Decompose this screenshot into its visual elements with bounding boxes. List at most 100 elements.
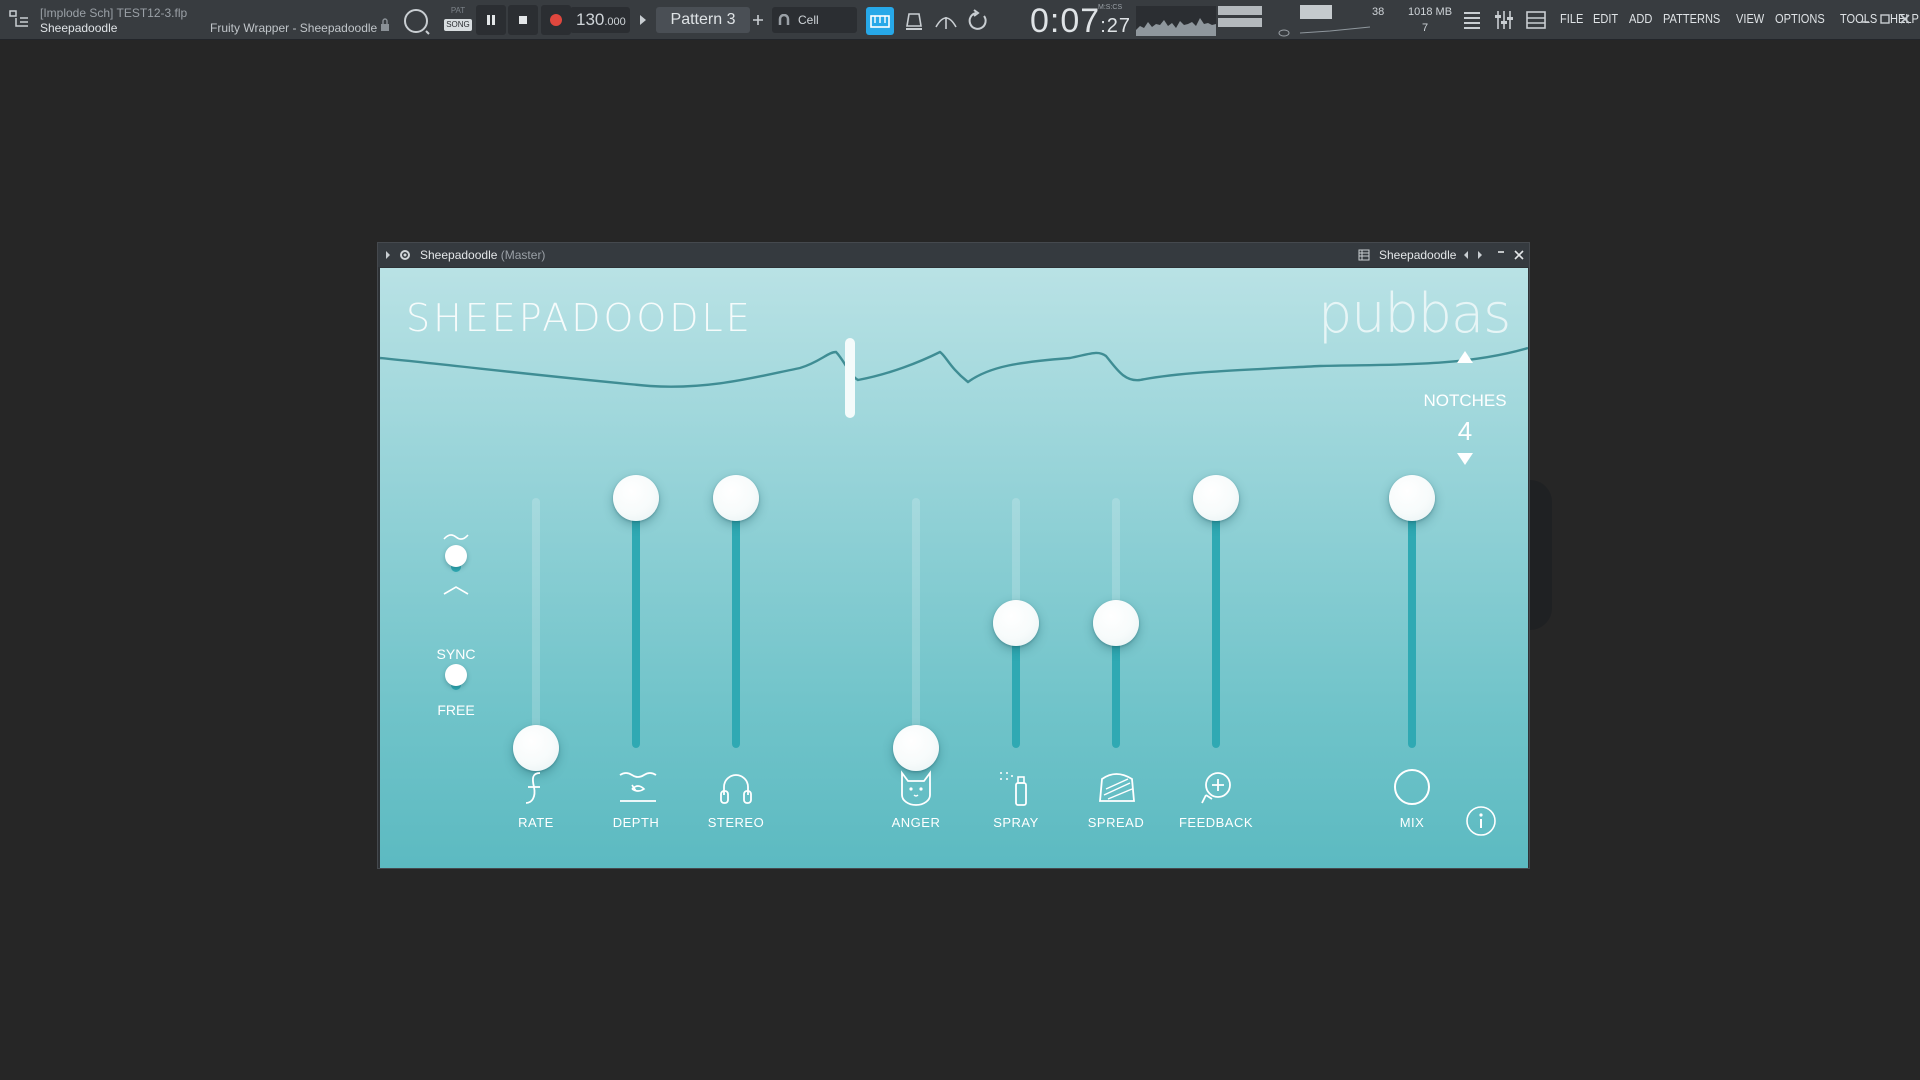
song-label: SONG [444,19,472,31]
metronome-dial-icon[interactable] [402,7,430,35]
menu-options[interactable]: OPTIONS [1775,11,1825,26]
depth-fader-knob[interactable] [613,475,659,521]
peak-meter [1218,6,1262,27]
sync-switch-knob[interactable] [445,664,467,686]
notches-down-icon[interactable] [1456,452,1474,466]
pause-button[interactable] [476,5,506,35]
rate-icon [525,772,541,804]
polyphony-value: 7 [1422,22,1429,34]
project-file-name: [Implode Sch] TEST12-3.flp [40,6,188,20]
record-icon [550,14,562,26]
background-shape [1530,480,1552,630]
shape-switch-knob[interactable] [445,545,467,567]
mix-fader-fill [1408,498,1416,748]
pat-song-toggle[interactable]: PAT SONG [442,6,474,34]
feedback-icon [1201,772,1231,804]
stop-icon [519,16,527,24]
lock-icon[interactable] [380,18,390,32]
plugin-panel: SHEEPADOODLE pubbas NOTCHES 4 SYNC FREE … [380,268,1528,868]
pause-icon [487,15,495,25]
tempo-fraction: .000 [604,16,626,28]
mixer-icon[interactable] [1492,8,1516,32]
spread-icon [1099,773,1135,802]
previous-preset-icon[interactable] [1462,250,1470,260]
step-edit-icon[interactable] [900,7,928,35]
minimize-plugin-icon[interactable] [1496,249,1506,259]
magnet-icon [778,14,790,25]
gear-icon[interactable] [398,248,412,262]
menu-add[interactable]: ADD [1629,11,1652,26]
notches-value[interactable]: 4 [1420,416,1510,447]
sync-label: SYNC [436,646,476,662]
cat-icon [901,770,931,806]
main-toolbar: [Implode Sch] TEST12-3.flp Sheepadoodle … [0,0,1920,40]
plugin-routing: (Master) [500,248,546,262]
playlist-icon[interactable] [1460,8,1484,32]
vendor-logo: pubbas [1318,282,1511,345]
spread-label: SPREAD [1087,815,1145,830]
plugin-brand-title: SHEEPADOODLE [406,296,753,340]
close-plugin-icon[interactable] [1514,250,1524,260]
cpu-value: 38 [1372,6,1385,18]
preset-name: Sheepadoodle [1379,248,1457,262]
stereo-fader-knob[interactable] [713,475,759,521]
triangle-wave-icon [443,586,469,595]
feedback-fader-fill [1212,498,1220,748]
time-sub: :27 [1100,15,1131,37]
blend-notes-icon[interactable] [932,7,960,35]
notch-marker [845,338,855,418]
typing-keyboard-button[interactable] [866,7,894,35]
next-preset-icon[interactable] [1476,250,1484,260]
menu-file[interactable]: FILE [1560,11,1583,26]
feedback-fader-knob[interactable] [1193,475,1239,521]
tempo-display[interactable]: 130.000 [570,7,630,33]
tempo-value: 130 [576,10,605,29]
rate-label: RATE [518,815,554,830]
time-unit: M:S:CS [1098,4,1123,11]
sine-wave-icon [443,534,469,540]
plugin-title-bar[interactable]: Sheepadoodle (Master) Sheepadoodle [378,243,1529,267]
feedback-label: FEEDBACK [1178,815,1254,830]
spread-fader-knob[interactable] [1093,600,1139,646]
stereo-label: STEREO [707,815,765,830]
spray-fader-knob[interactable] [993,600,1039,646]
frequency-response-curve[interactable] [380,338,1528,458]
oscilloscope-waveform[interactable] [1136,6,1216,36]
stereo-fader-fill [732,498,740,748]
loop-record-icon[interactable] [964,7,992,35]
menu-patterns[interactable]: PATTERNS [1663,11,1720,26]
record-button[interactable] [541,5,571,35]
memory-value: 1018 MB [1408,6,1453,18]
menu-icon[interactable] [6,6,34,34]
plugin-window: Sheepadoodle (Master) Sheepadoodle SHEEP… [377,242,1530,869]
menu-view[interactable]: VIEW [1736,11,1764,26]
pattern-selector[interactable]: Pattern 3 [656,7,750,33]
notches-label: NOTCHES [1423,391,1507,410]
channel-rack-icon[interactable] [1524,8,1548,32]
spray-icon [1000,772,1027,806]
preset-browser-icon[interactable] [1358,249,1370,261]
info-icon[interactable] [1465,805,1497,837]
play-pattern-icon[interactable] [638,13,648,27]
anger-label: ANGER [891,815,941,830]
plugin-name: Sheepadoodle [420,248,498,262]
depth-label: DEPTH [612,815,660,830]
expand-arrow-icon[interactable] [384,250,392,260]
circle-icon [1394,769,1430,805]
mix-fader-knob[interactable] [1389,475,1435,521]
pat-label: PAT [450,6,466,15]
add-pattern-icon[interactable] [752,13,764,27]
snap-value: Cell [798,13,819,27]
stop-button[interactable] [508,5,538,35]
plugin-window-title: Sheepadoodle (Master) [420,248,545,262]
rate-fader-track[interactable] [532,498,540,748]
depth-icon [619,772,657,802]
menu-edit[interactable]: EDIT [1593,11,1618,26]
close-icon[interactable] [1898,12,1912,26]
keyboard-icon [870,15,890,28]
eye-icon[interactable] [1278,28,1290,38]
maximize-icon[interactable] [1878,12,1892,26]
minimize-icon[interactable] [1858,12,1872,26]
notches-up-icon[interactable] [1456,350,1474,364]
anger-fader-track[interactable] [912,498,920,748]
